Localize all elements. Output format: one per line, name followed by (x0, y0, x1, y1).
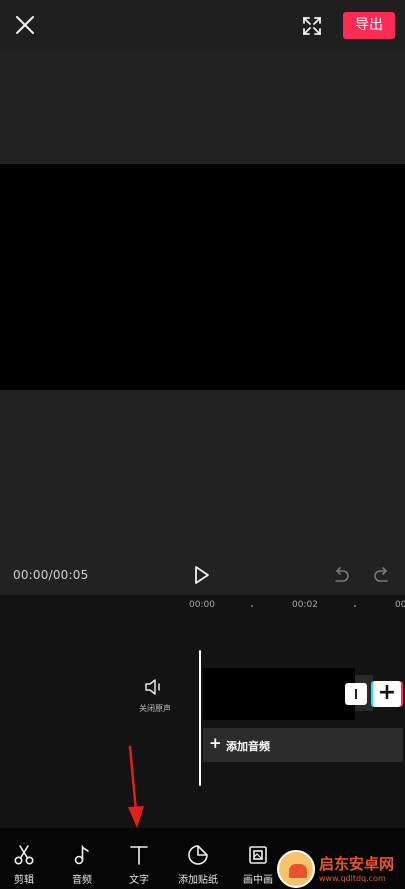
ruler-tick-label: 00:0 (395, 600, 405, 610)
undo-button[interactable] (331, 565, 351, 585)
speaker-icon (145, 679, 160, 695)
transition-button[interactable] (345, 683, 367, 705)
playback-controls: 00:00/00:05 (0, 555, 405, 595)
fullscreen-icon (303, 17, 321, 35)
annotation-arrow-icon (128, 745, 144, 828)
video-clip[interactable] (203, 668, 355, 720)
watermark: 启东安卓网 www.qdltdq.com (273, 844, 405, 889)
toolbar-item-audio[interactable]: 音频 (62, 828, 102, 889)
watermark-title: 启东安卓网 (319, 855, 395, 873)
transition-icon (355, 689, 357, 699)
close-icon (16, 16, 34, 34)
toolbar-item-cut[interactable]: 剪辑 (4, 828, 44, 889)
playhead[interactable] (199, 650, 201, 786)
fullscreen-button[interactable] (300, 14, 324, 38)
plus-icon: + (377, 680, 397, 705)
sticker-icon (188, 845, 208, 865)
mute-original-sound-button[interactable]: 关闭原声 (130, 677, 180, 717)
play-button[interactable] (190, 564, 212, 586)
ruler-tick-dot (354, 605, 356, 607)
toolbar-item-label: 画中画 (243, 875, 273, 886)
add-audio-track[interactable]: + 添加音频 (203, 728, 403, 762)
ruler-tick-label: 00:00 (189, 600, 215, 610)
toolbar-item-sticker[interactable]: 添加贴纸 (171, 828, 225, 889)
preview-background-top (0, 52, 405, 164)
toolbar-item-label: 音频 (72, 875, 92, 886)
time-ruler: 00:00 00:02 00:0 (0, 595, 405, 617)
watermark-logo-mark (289, 864, 307, 878)
time-display: 00:00/00:05 (13, 568, 89, 582)
toolbar-item-text[interactable]: 文字 (119, 828, 159, 889)
video-preview[interactable] (0, 164, 405, 390)
ruler-tick-dot (251, 605, 253, 607)
close-button[interactable] (12, 12, 38, 38)
preview-background-bottom (0, 390, 405, 555)
timeline[interactable]: 00:00 00:02 00:0 关闭原声 + + 添加音频 (0, 595, 405, 828)
top-bar: 导出 (0, 0, 405, 52)
redo-icon (374, 567, 388, 582)
add-audio-label: 添加音频 (226, 740, 270, 753)
music-note-icon (74, 844, 89, 865)
watermark-url: www.qdltdq.com (319, 874, 386, 883)
play-icon (195, 566, 209, 584)
plus-icon: + (209, 734, 222, 752)
mute-original-sound-label: 关闭原声 (139, 704, 171, 713)
undo-icon (335, 567, 349, 582)
export-button[interactable]: 导出 (343, 12, 395, 39)
redo-button[interactable] (372, 565, 392, 585)
toolbar-item-label: 剪辑 (14, 875, 34, 886)
toolbar-item-picture-in-picture[interactable]: 画中画 (238, 828, 278, 889)
ruler-tick-label: 00:02 (292, 600, 318, 610)
scissors-icon (14, 845, 34, 865)
text-icon (130, 846, 148, 865)
watermark-logo-icon (277, 850, 315, 888)
add-clip-button[interactable]: + (373, 681, 401, 707)
toolbar-item-label: 文字 (129, 875, 149, 886)
picture-in-picture-icon (249, 846, 267, 864)
toolbar-item-label: 添加贴纸 (178, 875, 218, 886)
